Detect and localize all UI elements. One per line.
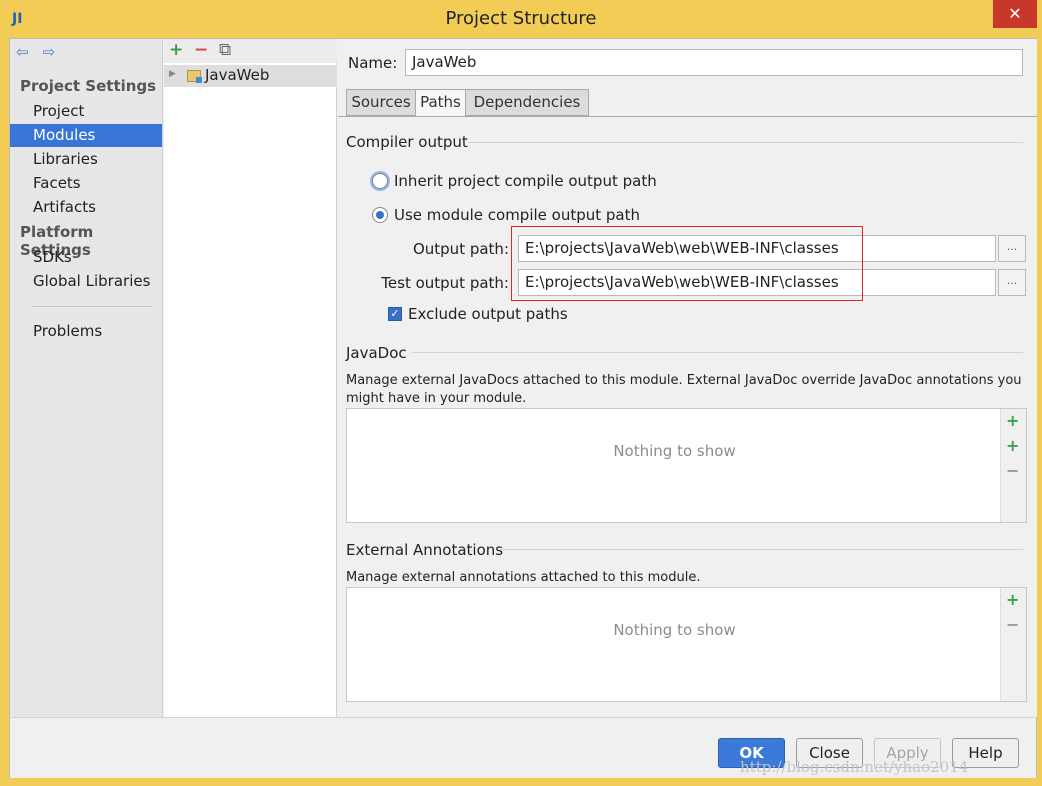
external-annotations-list-toolbar: + − <box>1000 588 1026 701</box>
exclude-output-checkbox[interactable]: ✓ <box>388 307 402 321</box>
external-annotations-title: External Annotations <box>346 541 504 559</box>
tree-node-javaweb[interactable]: ▶ JavaWeb <box>164 65 337 87</box>
dialog-content: ⇦ ⇨ Project Settings Project Modules Lib… <box>9 38 1037 778</box>
javadoc-description: Manage external JavaDocs attached to thi… <box>346 373 1022 406</box>
inherit-path-radio[interactable] <box>372 173 388 189</box>
tree-toolbar: + − ⧉ <box>164 39 337 63</box>
add-javadoc-url-icon[interactable]: + <box>1006 436 1019 455</box>
nav-separator <box>32 306 152 307</box>
nav-item-facets[interactable]: Facets <box>10 172 162 195</box>
forward-arrow-icon[interactable]: ⇨ <box>43 43 65 61</box>
nav-item-global-libraries[interactable]: Global Libraries <box>10 270 162 293</box>
module-node-label: JavaWeb <box>205 66 270 84</box>
dialog-footer: OK Close Apply Help http://blog.csdn.net… <box>10 717 1036 778</box>
nav-item-problems[interactable]: Problems <box>10 320 162 343</box>
remove-annotation-icon[interactable]: − <box>1006 615 1019 634</box>
module-settings-pane: Name: JavaWeb Sources Paths Dependencies… <box>338 39 1037 717</box>
compiler-output-rule <box>468 142 1023 143</box>
test-output-path-browse-button[interactable]: ... <box>998 269 1026 296</box>
nav-item-modules[interactable]: Modules <box>10 124 162 147</box>
copy-module-icon[interactable]: ⧉ <box>219 40 231 60</box>
output-path-browse-button[interactable]: ... <box>998 235 1026 262</box>
javadoc-empty-text: Nothing to show <box>613 442 736 460</box>
add-module-icon[interactable]: + <box>169 40 183 60</box>
tab-paths[interactable]: Paths <box>415 89 466 117</box>
add-annotation-icon[interactable]: + <box>1006 590 1019 609</box>
module-tree: + − ⧉ ▶ JavaWeb <box>164 39 337 717</box>
use-module-path-radio[interactable] <box>372 207 388 223</box>
use-module-path-label[interactable]: Use module compile output path <box>394 206 640 224</box>
name-label: Name: <box>348 54 398 72</box>
javadoc-rule <box>412 352 1023 353</box>
project-settings-heading: Project Settings <box>20 77 157 95</box>
external-annotations-list[interactable]: Nothing to show + − <box>346 587 1027 702</box>
test-output-path-label: Test output path: <box>381 274 509 292</box>
module-folder-icon <box>187 70 202 83</box>
remove-javadoc-icon[interactable]: − <box>1006 461 1019 480</box>
external-annotations-rule <box>500 549 1023 550</box>
expand-arrow-icon[interactable]: ▶ <box>169 69 176 79</box>
annotation-highlight-box <box>511 226 863 301</box>
inherit-path-label[interactable]: Inherit project compile output path <box>394 172 657 190</box>
tab-sources[interactable]: Sources <box>346 89 416 116</box>
javadoc-title: JavaDoc <box>346 344 407 362</box>
nav-item-sdks[interactable]: SDKs <box>10 246 162 269</box>
back-arrow-icon[interactable]: ⇦ <box>16 43 38 61</box>
window-close-button[interactable]: ✕ <box>993 0 1037 28</box>
nav-item-artifacts[interactable]: Artifacts <box>10 196 162 219</box>
watermark: http://blog.csdn.net/yhao2014 <box>740 758 969 776</box>
compiler-output-title: Compiler output <box>346 133 468 151</box>
javadoc-list-toolbar: + + − <box>1000 409 1026 522</box>
nav-item-project[interactable]: Project <box>10 100 162 123</box>
title-bar: JI Project Structure ✕ <box>0 0 1042 38</box>
exclude-output-label[interactable]: Exclude output paths <box>408 305 568 323</box>
javadoc-list[interactable]: Nothing to show + + − <box>346 408 1027 523</box>
add-javadoc-icon[interactable]: + <box>1006 411 1019 430</box>
external-annotations-description: Manage external annotations attached to … <box>346 570 701 585</box>
settings-navigation: ⇦ ⇨ Project Settings Project Modules Lib… <box>10 39 163 717</box>
nav-item-libraries[interactable]: Libraries <box>10 148 162 171</box>
tab-divider <box>338 116 1037 117</box>
project-structure-window: JI Project Structure ✕ ⇦ ⇨ Project Setti… <box>0 0 1042 786</box>
window-title: Project Structure <box>445 8 597 29</box>
module-name-input[interactable]: JavaWeb <box>405 49 1023 76</box>
history-navigation: ⇦ ⇨ <box>16 43 65 65</box>
remove-module-icon[interactable]: − <box>194 40 208 60</box>
output-path-label: Output path: <box>412 240 509 258</box>
external-annotations-empty-text: Nothing to show <box>613 621 736 639</box>
tab-dependencies[interactable]: Dependencies <box>465 89 589 116</box>
